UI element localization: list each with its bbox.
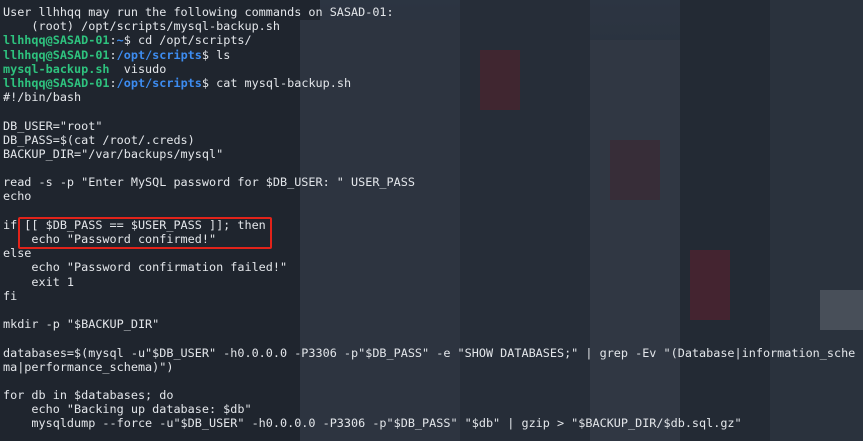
output-text: ma|performance_schema)") (3, 359, 174, 374)
file-name: visudo (109, 61, 167, 76)
output-text: User llhhqq may run the following comman… (3, 5, 394, 19)
output-line: echo "Backing up database: $db" (3, 402, 861, 416)
executable-file-name: mysql-backup.sh (3, 61, 110, 76)
output-text: echo "Backing up database: $db" (3, 402, 252, 417)
prompt-symbol: $ (201, 47, 217, 62)
output-text: databases=$(mysql -u"$DB_USER" -h0.0.0.0… (3, 345, 856, 360)
output-line: DB_PASS=$(cat /root/.creds) (3, 133, 861, 147)
prompt-path: /opt/scripts (116, 47, 202, 62)
output-text: DB_PASS=$(cat /root/.creds) (3, 132, 195, 147)
output-text: BACKUP_DIR="/var/backups/mysql" (3, 146, 224, 161)
output-text: (root) /opt/scripts/mysql-backup.sh (3, 19, 280, 34)
prompt-path: ~ (116, 33, 124, 48)
output-line: echo "Password confirmation failed!" (3, 260, 861, 274)
output-text: exit 1 (3, 274, 75, 289)
output-line: fi (3, 289, 861, 303)
output-line: echo (3, 189, 861, 203)
prompt-symbol: $ (123, 33, 138, 48)
output-text: DB_USER="root" (3, 118, 103, 133)
output-line: BACKUP_DIR="/var/backups/mysql" (3, 147, 861, 161)
prompt-line: llhhqq@SASAD-01:~$ cd /opt/scripts/ (3, 33, 861, 47)
output-text: mysqldump --force -u"$DB_USER" -h0.0.0.0… (3, 416, 742, 431)
output-text: echo (3, 189, 32, 204)
prompt-user-host: llhhqq@SASAD-01 (3, 33, 110, 48)
output-text: mkdir -p "$BACKUP_DIR" (3, 317, 160, 332)
command-text: cd /opt/scripts/ (137, 33, 252, 48)
output-line: ma|performance_schema)") (3, 360, 861, 374)
output-line: mysqldump --force -u"$DB_USER" -h0.0.0.0… (3, 416, 861, 430)
prompt-path: /opt/scripts (116, 75, 202, 90)
output-line: mkdir -p "$BACKUP_DIR" (3, 317, 861, 331)
output-line: User llhhqq may run the following comman… (3, 5, 861, 19)
output-line: databases=$(mysql -u"$DB_USER" -h0.0.0.0… (3, 346, 861, 360)
output-text: echo "Password confirmation failed!" (3, 260, 288, 275)
command-text: ls (216, 47, 231, 62)
output-line: mysql-backup.sh visudo (3, 62, 861, 76)
output-text: #!/bin/bash (3, 90, 82, 105)
command-text: cat mysql-backup.sh (216, 75, 352, 90)
output-text: read -s -p "Enter MySQL password for $DB… (3, 175, 415, 190)
prompt-symbol: $ (201, 75, 217, 90)
output-line: DB_USER="root" (3, 119, 861, 133)
prompt-user-host: llhhqq@SASAD-01 (3, 75, 110, 90)
prompt-line: llhhqq@SASAD-01:/opt/scripts$ ls (3, 48, 861, 62)
prompt-separator: : (109, 75, 117, 90)
prompt-line: llhhqq@SASAD-01:/opt/scripts$ cat mysql-… (3, 76, 861, 90)
output-text: fi (3, 288, 18, 303)
output-line: (root) /opt/scripts/mysql-backup.sh (3, 19, 861, 33)
output-line: exit 1 (3, 275, 861, 289)
output-text: for db in $databases; do (3, 388, 174, 403)
prompt-separator: : (109, 33, 117, 48)
prompt-user-host: llhhqq@SASAD-01 (3, 47, 110, 62)
output-line: read -s -p "Enter MySQL password for $DB… (3, 175, 861, 189)
prompt-separator: : (109, 47, 117, 62)
output-line: for db in $databases; do (3, 388, 861, 402)
output-line: #!/bin/bash (3, 90, 861, 104)
highlight-box (18, 217, 272, 249)
